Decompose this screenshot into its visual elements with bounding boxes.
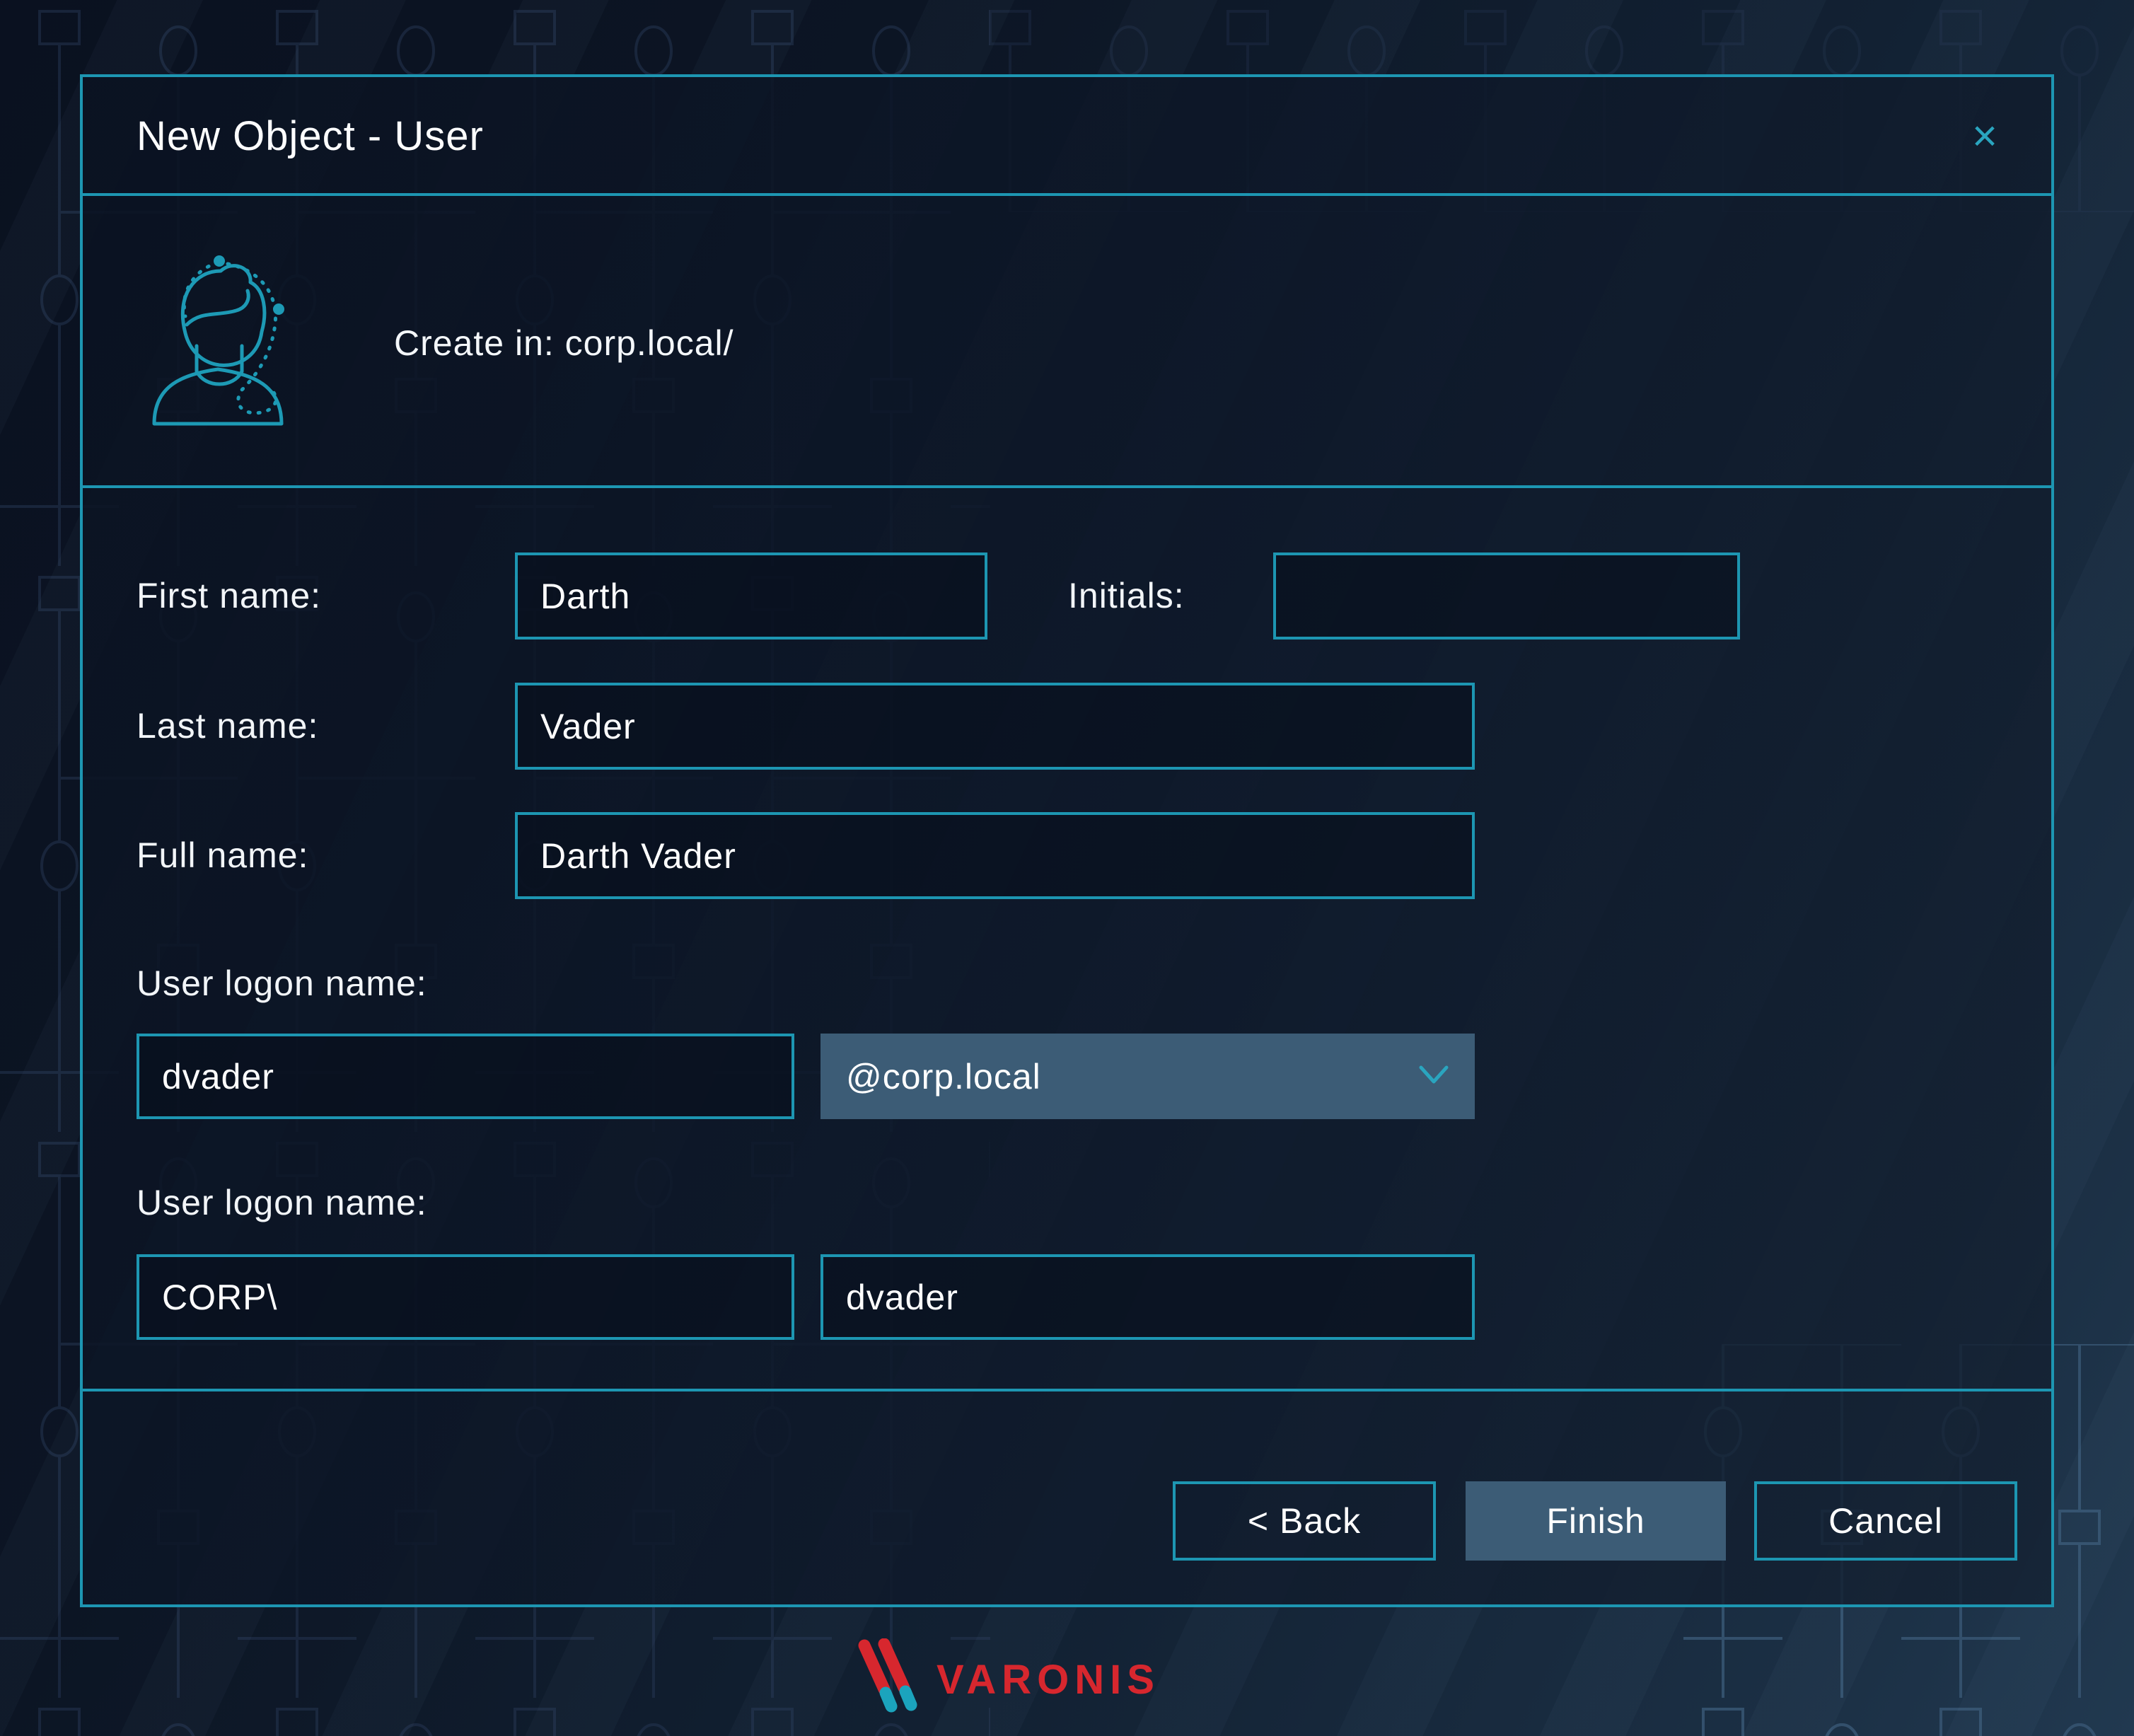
varonis-logo-mark-icon	[856, 1638, 918, 1721]
user-logon-name-pre-input[interactable]	[820, 1254, 1475, 1340]
dialog-title: New Object - User	[137, 113, 484, 159]
full-name-label: Full name:	[137, 835, 309, 875]
close-icon: ×	[1971, 112, 1998, 161]
dialog-header: New Object - User ×	[83, 77, 2051, 196]
user-logon-name-input[interactable]	[137, 1034, 794, 1119]
user-logon-name-label: User logon name:	[137, 964, 427, 1003]
create-in-text: Create in: corp.local/	[394, 323, 734, 363]
chevron-down-icon	[1418, 1065, 1449, 1088]
last-name-input[interactable]	[515, 683, 1475, 770]
logon-domain-dropdown[interactable]: @corp.local	[820, 1034, 1475, 1119]
create-in-section: Create in: corp.local/	[83, 199, 2051, 488]
initials-label: Initials:	[1068, 576, 1185, 615]
user-avatar-icon	[134, 250, 304, 427]
finish-button[interactable]: Finish	[1466, 1481, 1726, 1561]
initials-input[interactable]	[1273, 552, 1740, 640]
first-name-label: First name:	[137, 576, 322, 615]
user-logon-name-pre-label: User logon name:	[137, 1183, 427, 1222]
varonis-wordmark: VARONIS	[936, 1657, 1160, 1703]
logon-domain-prefix-input[interactable]	[137, 1254, 794, 1340]
footer-divider	[83, 1389, 2051, 1391]
first-name-input[interactable]	[515, 552, 987, 640]
last-name-label: Last name:	[137, 706, 319, 746]
cancel-button[interactable]: Cancel	[1754, 1481, 2017, 1561]
new-object-user-dialog: New Object - User × Create in: corp.loca…	[80, 74, 2054, 1607]
close-button[interactable]: ×	[1955, 107, 2014, 166]
logon-domain-value: @corp.local	[846, 1056, 1041, 1096]
varonis-logo: VARONIS	[856, 1638, 1160, 1721]
full-name-input[interactable]	[515, 812, 1475, 899]
back-button[interactable]: < Back	[1173, 1481, 1436, 1561]
